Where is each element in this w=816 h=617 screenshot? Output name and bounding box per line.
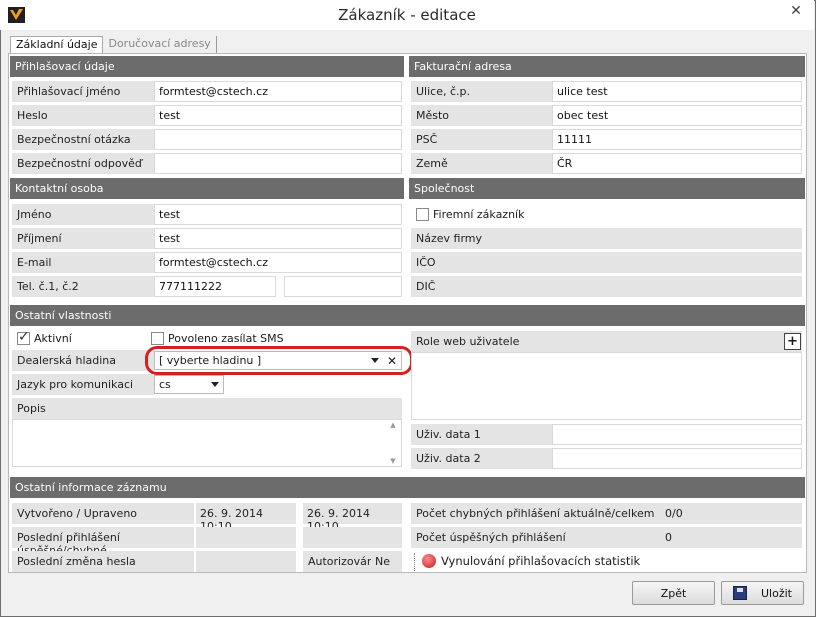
security-answer-label: Bezpečnostní odpověď — [12, 153, 154, 174]
sms-checkbox-row[interactable]: Povoleno zasílat SMS — [151, 332, 284, 345]
ico-field[interactable] — [552, 252, 802, 273]
company-name-label: Název firmy — [411, 228, 552, 249]
scroll-up-icon[interactable]: ▲ — [390, 421, 395, 429]
dropdown-arrow-icon[interactable] — [211, 382, 219, 387]
dic-label: DIČ — [411, 276, 552, 297]
last-login-fail — [303, 527, 402, 548]
last-name-label: Příjmení — [12, 228, 154, 249]
failed-logins-label: Počet chybných přihlášení aktuálně/celke… — [411, 503, 661, 524]
save-button[interactable]: Uložit — [721, 581, 804, 605]
tab-basic-info[interactable]: Základní údaje — [10, 36, 104, 54]
save-label: Uložit — [761, 586, 792, 600]
add-role-button[interactable]: + — [784, 333, 801, 350]
failed-logins-value: 0/0 — [661, 503, 802, 524]
user-data2-field[interactable] — [552, 448, 802, 469]
created-value: 26. 9. 2014 10:10 — [196, 503, 296, 533]
description-label: Popis — [12, 398, 402, 419]
city-field[interactable]: obec test — [552, 105, 802, 126]
created-label: Vytvořeno / Upraveno — [12, 503, 194, 524]
description-scrollbar[interactable]: ▲ ▼ — [386, 421, 400, 465]
first-name-label: Jméno — [12, 204, 154, 225]
section-login-header: Přihlašovací údaje — [10, 56, 404, 77]
reset-icon — [422, 554, 436, 568]
street-label: Ulice, č.p. — [411, 81, 552, 102]
dealer-level-label: Dealerská hladina — [12, 350, 154, 371]
company-checkbox-row[interactable]: Firemní zákazník — [416, 208, 524, 221]
security-question-field[interactable] — [154, 129, 402, 150]
phone1-field[interactable]: 777111222 — [154, 276, 276, 297]
successful-logins-label: Počet úspěšných přihlášení — [411, 527, 661, 548]
divider — [414, 553, 416, 571]
login-name-label: Přihlašovací jméno — [12, 81, 154, 102]
password-change-value — [196, 551, 296, 572]
tab-delivery-addresses[interactable]: Doručovací adresy — [103, 36, 217, 54]
section-record-header: Ostatní informace záznamu — [10, 477, 805, 498]
reset-stats-link[interactable]: Vynulování přihlašovacích statistik — [422, 554, 640, 568]
city-label: Město — [411, 105, 552, 126]
country-label: Země — [411, 153, 552, 174]
authorized-label: Autorizován — [303, 551, 374, 572]
language-value: cs — [159, 378, 171, 391]
zip-label: PSČ — [411, 129, 552, 150]
roles-label: Role web uživatele — [411, 331, 802, 352]
last-name-field[interactable]: test — [154, 228, 402, 249]
active-checkbox-row[interactable]: Aktivní — [17, 329, 72, 345]
updated-value: 26. 9. 2014 10:10 — [303, 503, 402, 533]
section-billing-header: Fakturační adresa — [409, 56, 805, 77]
save-icon — [733, 586, 747, 600]
password-field[interactable]: test — [154, 105, 402, 126]
reset-stats-label: Vynulování přihlašovacích statistik — [441, 554, 641, 568]
phone2-field[interactable] — [284, 276, 402, 297]
sms-checkbox[interactable] — [151, 332, 164, 345]
tab-bar: Základní údaje Doručovací adresy — [10, 36, 217, 54]
ico-label: IČO — [411, 252, 552, 273]
highlight-annotation — [145, 346, 413, 375]
window-title: Zákazník - editace — [338, 6, 476, 24]
user-data2-label: Uživ. data 2 — [411, 448, 552, 469]
security-answer-field[interactable] — [154, 153, 402, 174]
language-select[interactable]: cs — [154, 375, 224, 394]
company-name-field[interactable] — [552, 228, 802, 249]
first-name-field[interactable]: test — [154, 204, 402, 225]
sms-label: Povoleno zasílat SMS — [168, 332, 284, 345]
password-change-label: Poslední změna hesla — [12, 551, 194, 572]
country-field[interactable]: ČR — [552, 153, 802, 174]
active-label: Aktivní — [34, 332, 72, 345]
user-data1-field[interactable] — [552, 424, 802, 445]
email-label: E-mail — [12, 252, 154, 273]
last-login-label: Poslední přihlášení úspěšné/chybné — [12, 527, 194, 557]
close-icon[interactable]: ✕ — [780, 1, 812, 21]
roles-list[interactable] — [411, 352, 802, 420]
active-checkbox[interactable] — [17, 329, 30, 345]
description-textarea[interactable] — [12, 419, 402, 467]
company-checkbox-label: Firemní zákazník — [433, 208, 525, 221]
street-field[interactable]: ulice test — [552, 81, 802, 102]
section-other-header: Ostatní vlastnosti — [10, 305, 805, 326]
phone-label: Tel. č.1, č.2 — [12, 276, 154, 297]
zip-field[interactable]: 11111 — [552, 129, 802, 150]
login-name-field[interactable]: formtest@cstech.cz — [154, 81, 402, 102]
back-button[interactable]: Zpět — [632, 581, 715, 605]
successful-logins-value: 0 — [661, 527, 802, 548]
language-label: Jazyk pro komunikaci — [12, 374, 154, 395]
user-data1-label: Uživ. data 1 — [411, 424, 552, 445]
section-company-header: Společnost — [409, 178, 805, 199]
last-login-ok — [196, 527, 296, 548]
password-label: Heslo — [12, 105, 154, 126]
email-field[interactable]: formtest@cstech.cz — [154, 252, 402, 273]
security-question-label: Bezpečnostní otázka — [12, 129, 154, 150]
authorized-value: Ne — [371, 551, 402, 572]
dic-field[interactable] — [552, 276, 802, 297]
scroll-down-icon[interactable]: ▼ — [390, 457, 395, 465]
section-contact-header: Kontaktní osoba — [10, 178, 404, 199]
company-checkbox[interactable] — [416, 208, 429, 221]
